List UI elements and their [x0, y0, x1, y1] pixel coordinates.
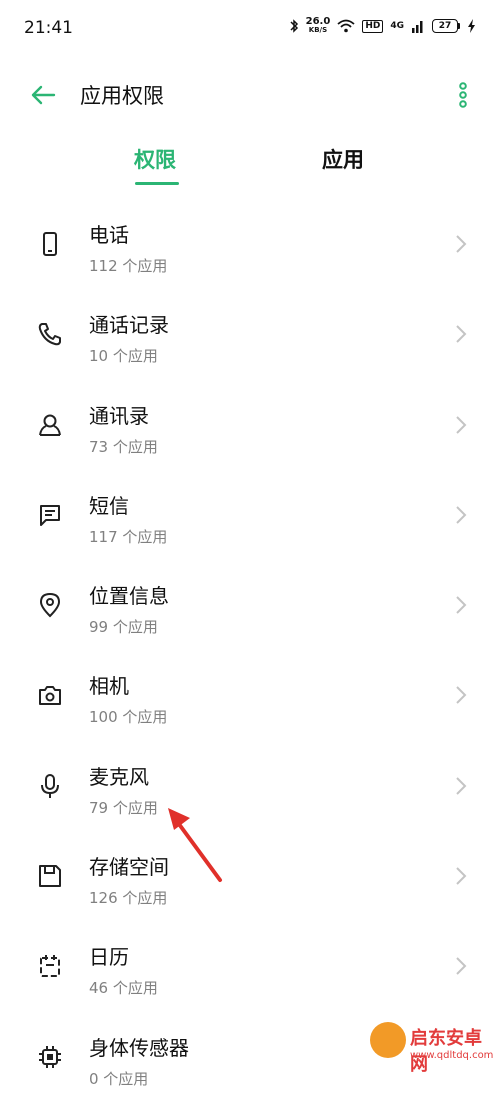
tab-apps[interactable]: 应用 [322, 144, 364, 174]
chevron-right-icon [456, 686, 467, 705]
permission-title: 存储空间 [89, 855, 169, 880]
network-speed: 26.0 KB/S [305, 16, 331, 35]
permission-title: 位置信息 [89, 584, 169, 609]
call-log-icon [38, 323, 61, 346]
watermark: 启东安卓网 www.qdltdq.com [370, 1010, 496, 1080]
speed-unit: KB/S [308, 26, 328, 34]
status-icons: 26.0 KB/S HD 4G 27 [289, 16, 476, 35]
chevron-right-icon [456, 415, 467, 434]
more-options-icon[interactable] [448, 80, 478, 110]
signal-icon [412, 21, 423, 33]
permission-app-count: 0 个应用 [89, 1069, 149, 1088]
battery-indicator: 27 [432, 19, 460, 33]
phone-device-icon [43, 232, 57, 256]
permission-list: 电话 112 个应用 通话记录 10 个应用 通讯录 73 个应用 短信 117… [0, 200, 500, 1103]
location-icon [39, 593, 61, 618]
page-title: 应用权限 [80, 84, 164, 108]
app-bar: 应用权限 [0, 70, 500, 120]
status-bar: 21:41 26.0 KB/S HD 4G 27 [0, 0, 500, 60]
charging-icon [468, 19, 475, 33]
permission-item-contacts[interactable]: 通讯录 73 个应用 [0, 381, 500, 471]
hd-badge: HD [362, 19, 384, 33]
permission-title: 通话记录 [89, 313, 169, 338]
calendar-icon [40, 955, 60, 978]
permission-app-count: 79 个应用 [89, 798, 158, 817]
camera-icon [39, 686, 61, 706]
watermark-logo [370, 1022, 406, 1058]
permission-item-phone[interactable]: 电话 112 个应用 [0, 200, 500, 290]
permission-app-count: 112 个应用 [89, 257, 168, 275]
permission-app-count: 100 个应用 [89, 708, 168, 727]
chevron-right-icon [456, 596, 467, 614]
permission-item-sms[interactable]: 短信 117 个应用 [0, 471, 500, 561]
chevron-right-icon [456, 235, 467, 253]
storage-icon [39, 865, 61, 888]
body-sensor-icon [39, 1045, 61, 1068]
annotation-arrow [168, 808, 222, 882]
wifi-icon [337, 19, 355, 33]
permission-app-count: 99 个应用 [89, 618, 158, 637]
chevron-right-icon [456, 325, 467, 344]
speed-value: 26.0 [305, 16, 331, 27]
bluetooth-icon [290, 19, 298, 33]
back-arrow-icon[interactable] [28, 80, 58, 110]
permission-item-microphone[interactable]: 麦克风 79 个应用 [0, 742, 500, 832]
permission-item-call-log[interactable]: 通话记录 10 个应用 [0, 290, 500, 380]
chevron-right-icon [456, 867, 467, 885]
permission-app-count: 73 个应用 [89, 437, 158, 456]
chevron-right-icon [456, 957, 467, 976]
permission-title: 短信 [89, 493, 129, 518]
permission-title: 日历 [89, 945, 129, 970]
chevron-right-icon [456, 777, 467, 795]
permission-app-count: 10 个应用 [89, 347, 158, 366]
permission-app-count: 117 个应用 [89, 527, 168, 546]
permission-app-count: 126 个应用 [89, 889, 168, 908]
permission-item-storage[interactable]: 存储空间 126 个应用 [0, 832, 500, 922]
permission-item-camera[interactable]: 相机 100 个应用 [0, 651, 500, 741]
active-tab-indicator [135, 182, 179, 185]
watermark-url: www.qdltdq.com [410, 1050, 494, 1061]
status-time: 21:41 [24, 18, 73, 38]
microphone-icon [41, 773, 59, 798]
network-type: 4G [390, 21, 404, 31]
contacts-icon [39, 414, 61, 436]
permission-title: 电话 [89, 223, 129, 247]
permission-title: 相机 [89, 674, 129, 699]
permission-title: 身体传感器 [89, 1035, 189, 1060]
permission-item-calendar[interactable]: 日历 46 个应用 [0, 922, 500, 1012]
chevron-right-icon [456, 506, 467, 524]
permission-title: 麦克风 [89, 764, 149, 789]
battery-level: 27 [432, 19, 458, 33]
tab-bar: 权限 应用 [0, 140, 500, 190]
battery-tip [458, 23, 460, 29]
permission-app-count: 46 个应用 [89, 979, 158, 998]
permission-item-location[interactable]: 位置信息 99 个应用 [0, 561, 500, 651]
permission-title: 通讯录 [89, 403, 149, 428]
sms-icon [40, 504, 60, 526]
tab-permissions[interactable]: 权限 [134, 144, 176, 174]
